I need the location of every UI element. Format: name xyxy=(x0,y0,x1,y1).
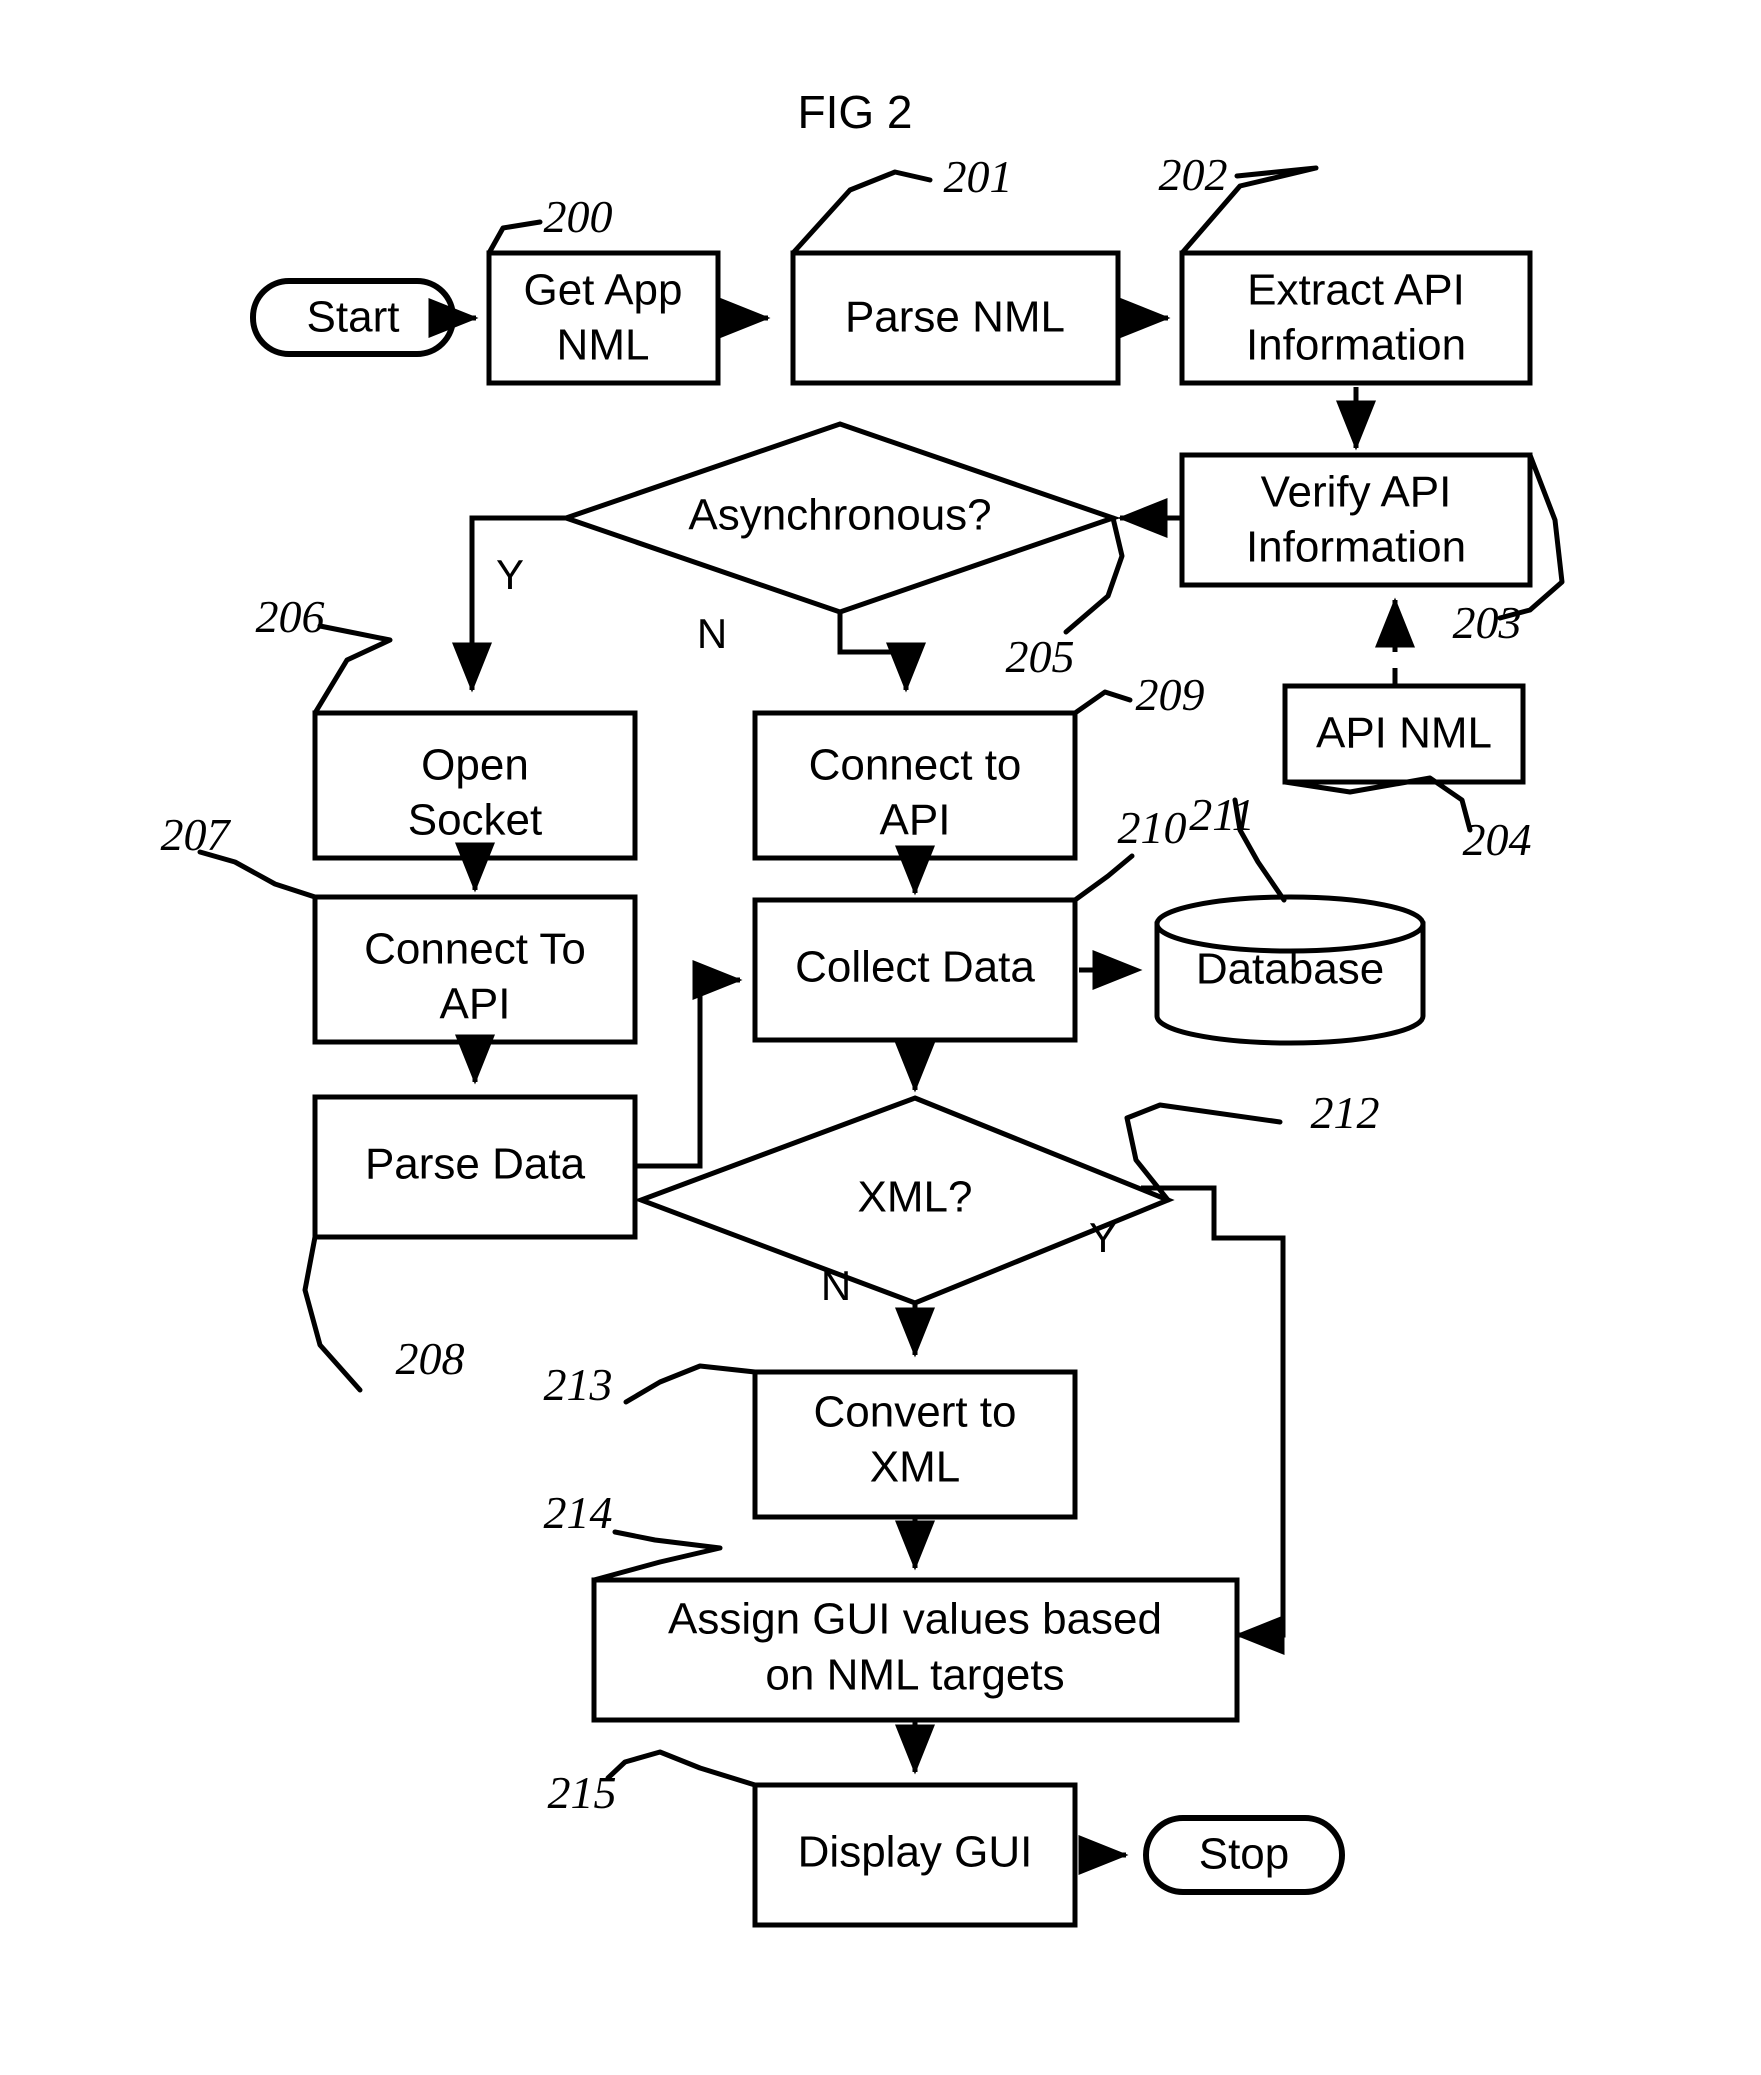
branch-label-async-no: N xyxy=(697,610,727,657)
ref-214: 214 xyxy=(544,1487,613,1538)
leader-205 xyxy=(1063,515,1125,635)
node-connect-api-mid-label-1: Connect to xyxy=(809,741,1022,790)
node-parse-nml-label: Parse NML xyxy=(845,293,1065,342)
node-convert-xml-label-2: XML xyxy=(870,1443,960,1492)
node-xml-decision-label: XML? xyxy=(858,1173,973,1222)
edge-parse-data-to-collect-data xyxy=(635,960,743,1169)
flowchart-canvas: FIG 2 Start Get App NML 200 Parse NML 20… xyxy=(161,86,1565,1928)
edge-asynchronous-yes xyxy=(452,515,566,693)
figure-page: FIG 2 Start Get App NML 200 Parse NML 20… xyxy=(0,0,1761,2075)
ref-206: 206 xyxy=(256,591,325,642)
leader-201 xyxy=(790,169,933,256)
leader-215 xyxy=(605,1749,758,1788)
branch-label-xml-yes: Y xyxy=(1089,1214,1117,1261)
ref-213: 213 xyxy=(544,1359,613,1410)
node-verify-api-label-2: Information xyxy=(1246,523,1466,572)
ref-209: 209 xyxy=(1136,669,1205,720)
ref-205: 205 xyxy=(1006,631,1075,682)
node-connect-api-left-label-1: Connect To xyxy=(364,925,586,974)
node-extract-api-label-1: Extract API xyxy=(1247,266,1465,315)
node-extract-api-label-2: Information xyxy=(1246,321,1466,370)
node-connect-api-left-label-2: API xyxy=(440,980,511,1029)
leader-200 xyxy=(486,219,543,256)
leader-214 xyxy=(591,1529,723,1583)
node-parse-data-label: Parse Data xyxy=(365,1140,586,1189)
ref-200: 200 xyxy=(544,191,613,242)
edge-asynchronous-no xyxy=(837,612,926,693)
node-database-label: Database xyxy=(1196,945,1384,994)
leader-209 xyxy=(1072,689,1133,716)
node-open-socket-label-1: Open xyxy=(421,741,529,790)
ref-210: 210 xyxy=(1118,802,1187,853)
ref-204: 204 xyxy=(1463,814,1532,865)
ref-211: 211 xyxy=(1189,789,1255,840)
leader-208 xyxy=(302,1234,363,1393)
leader-213 xyxy=(623,1363,758,1405)
node-assign-gui-label-1: Assign GUI values based xyxy=(668,1595,1162,1644)
node-start-label: Start xyxy=(307,293,400,342)
leader-204 xyxy=(1282,775,1473,833)
ref-202: 202 xyxy=(1159,149,1228,200)
ref-212: 212 xyxy=(1311,1087,1380,1138)
node-stop-label: Stop xyxy=(1199,1830,1290,1879)
node-convert-xml-label-1: Convert to xyxy=(814,1388,1017,1437)
node-open-socket-label-2: Socket xyxy=(408,796,543,845)
node-get-app-nml-label-1: Get App xyxy=(523,266,682,315)
branch-label-xml-no: N xyxy=(821,1262,851,1309)
ref-208: 208 xyxy=(396,1333,465,1384)
ref-201: 201 xyxy=(944,151,1013,202)
node-verify-api-label-1: Verify API xyxy=(1261,468,1452,517)
node-collect-data-label: Collect Data xyxy=(795,943,1035,992)
node-connect-api-mid-label-2: API xyxy=(880,796,951,845)
figure-title: FIG 2 xyxy=(797,86,912,138)
node-get-app-nml-label-2: NML xyxy=(557,321,650,370)
edge-xml-decision-yes xyxy=(1141,1185,1286,1655)
node-display-gui-label: Display GUI xyxy=(798,1828,1033,1877)
leader-210 xyxy=(1072,853,1135,903)
branch-label-async-yes: Y xyxy=(496,551,524,598)
leader-206 xyxy=(312,623,393,716)
node-assign-gui-label-2: on NML targets xyxy=(765,1651,1064,1700)
ref-215: 215 xyxy=(548,1767,617,1818)
ref-203: 203 xyxy=(1453,597,1522,648)
node-api-nml-label: API NML xyxy=(1316,709,1492,758)
ref-207: 207 xyxy=(161,809,232,860)
node-asynchronous-label: Asynchronous? xyxy=(688,491,991,540)
